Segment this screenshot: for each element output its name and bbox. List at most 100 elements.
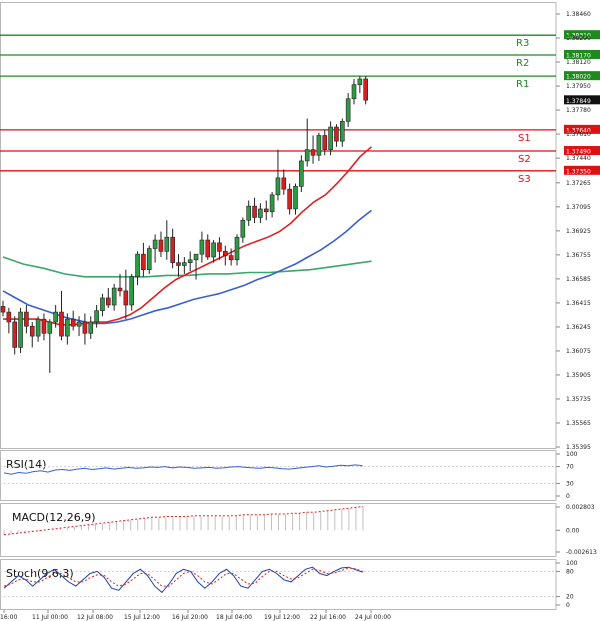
candle-body bbox=[24, 311, 29, 327]
candle-body bbox=[53, 311, 58, 323]
candle-body bbox=[293, 186, 298, 210]
candle-body bbox=[299, 160, 304, 187]
candle-body bbox=[263, 208, 269, 213]
price-tick-label: 1.35395 bbox=[566, 444, 591, 451]
price-tick-label: 1.37610 bbox=[566, 131, 591, 138]
candle-body bbox=[281, 177, 287, 190]
level-price-label: 1.38020 bbox=[566, 74, 591, 81]
level-name-r2: R2 bbox=[516, 58, 529, 69]
level-price-label: 1.37350 bbox=[566, 168, 591, 175]
time-tick-label: 22 Jul 16:00 bbox=[310, 614, 346, 621]
candle-body bbox=[82, 321, 88, 334]
price-tick-label: 1.36415 bbox=[566, 300, 591, 307]
price-tick-label: 1.37095 bbox=[566, 204, 591, 211]
indicator-label: RSI(14) bbox=[6, 458, 46, 471]
candle-body bbox=[106, 297, 111, 306]
candle-body bbox=[35, 318, 41, 337]
indicator-tick-label: 70 bbox=[566, 464, 574, 471]
current-price-label: 1.37849 bbox=[566, 98, 591, 105]
macd-tick-label: -0.002613 bbox=[566, 549, 597, 556]
candle-body bbox=[234, 236, 240, 261]
ma-mid-line bbox=[2, 209, 372, 325]
time-tick-label: 15 Jul 12:00 bbox=[124, 614, 160, 621]
time-tick-label: 16 Jul 20:00 bbox=[172, 614, 208, 621]
candle-body bbox=[164, 236, 170, 252]
candle-body bbox=[357, 78, 363, 85]
candle-body bbox=[29, 325, 35, 337]
indicator-tick-label: 20 bbox=[566, 594, 574, 601]
candles bbox=[0, 76, 369, 373]
candle-body bbox=[228, 255, 234, 261]
price-tick-label: 1.38460 bbox=[566, 11, 591, 18]
candle-body bbox=[205, 239, 211, 258]
candle-body bbox=[47, 321, 53, 334]
candle-body bbox=[59, 311, 64, 337]
main-panel-frame bbox=[0, 2, 557, 449]
price-tick-label: 1.36755 bbox=[566, 252, 591, 259]
time-tick-label: 11 Jul 00:00 bbox=[32, 614, 68, 621]
candle-body bbox=[141, 253, 146, 271]
candle-body bbox=[223, 251, 228, 256]
candle-body bbox=[269, 194, 275, 213]
price-tick-label: 1.37950 bbox=[566, 83, 591, 90]
price-tick-label: 1.35735 bbox=[566, 396, 591, 403]
candle-body bbox=[158, 239, 164, 252]
macd-tick-label: 0.00 bbox=[566, 527, 580, 534]
price-tick-label: 1.38290 bbox=[566, 35, 591, 42]
candle-body bbox=[182, 262, 187, 266]
candle-body bbox=[211, 242, 216, 258]
indicator-tick-label: 0 bbox=[566, 602, 570, 609]
price-tick-label: 1.35905 bbox=[566, 372, 591, 379]
price-tick-label: 1.37440 bbox=[566, 155, 591, 162]
grid bbox=[0, 2, 557, 449]
candle-body bbox=[170, 236, 175, 263]
time-tick-label: 19 Jul 12:00 bbox=[264, 614, 300, 621]
candle-body bbox=[135, 253, 140, 278]
indicator-tick-label: 100 bbox=[566, 451, 578, 458]
indicator-tick-label: 30 bbox=[566, 480, 574, 487]
level-name-s1: S1 bbox=[518, 133, 531, 144]
price-tick-label: 1.36585 bbox=[566, 276, 591, 283]
level-name-s3: S3 bbox=[518, 174, 531, 185]
price-tick-label: 1.37265 bbox=[566, 180, 591, 187]
candle-body bbox=[146, 248, 152, 271]
indicator-panel-frame bbox=[0, 559, 557, 610]
time-tick-label: 12 Jul 08:00 bbox=[77, 614, 113, 621]
time-axis: 16:00 11 Jul 00:00 12 Jul 08:00 15 Jul 12:0… bbox=[0, 609, 556, 621]
indicator-panel-frame bbox=[0, 450, 557, 501]
candle-body bbox=[275, 177, 281, 196]
candle-body bbox=[345, 98, 351, 122]
candle-body bbox=[339, 121, 345, 142]
candle-body bbox=[193, 253, 199, 261]
candle-body bbox=[18, 311, 23, 348]
level-name-r1: R1 bbox=[516, 79, 529, 90]
candle-body bbox=[0, 306, 6, 313]
candle-body bbox=[258, 208, 263, 218]
candle-body bbox=[240, 219, 246, 238]
indicator-tick-label: 80 bbox=[566, 568, 574, 575]
candle-body bbox=[94, 310, 99, 323]
price-chart[interactable]: 1.38310R31.38170R21.38020R11.37640S11.37… bbox=[0, 0, 600, 621]
candle-body bbox=[111, 287, 117, 306]
candle-body bbox=[334, 126, 339, 142]
candle-body bbox=[12, 321, 17, 348]
candle-body bbox=[322, 135, 328, 150]
price-tick-label: 1.36075 bbox=[566, 348, 591, 355]
candle-body bbox=[6, 311, 12, 323]
level-name-s2: S2 bbox=[518, 154, 531, 165]
macd-tick-label: 0.002803 bbox=[566, 504, 595, 511]
candle-body bbox=[310, 149, 316, 156]
candle-body bbox=[252, 205, 257, 218]
price-tick-label: 1.35565 bbox=[566, 420, 591, 427]
candle-body bbox=[363, 78, 369, 101]
ma-fast-line bbox=[3, 146, 373, 326]
level-name-r3: R3 bbox=[516, 38, 529, 49]
candle-body bbox=[70, 318, 76, 327]
time-tick-label: 24 Jul 00:00 bbox=[355, 614, 391, 621]
candle-body bbox=[316, 135, 322, 156]
indicator-label: MACD(12,26,9) bbox=[12, 511, 96, 524]
candle-body bbox=[187, 259, 193, 263]
candle-body bbox=[100, 297, 105, 311]
candle-body bbox=[351, 84, 357, 100]
time-tick-label: 18 Jul 04:00 bbox=[216, 614, 252, 621]
